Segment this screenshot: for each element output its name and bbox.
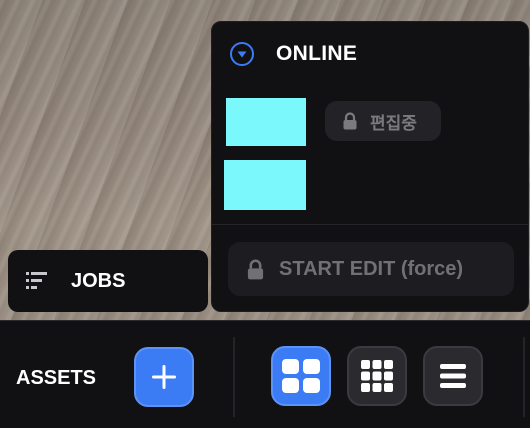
online-panel: ONLINE 편집중 START EDIT (force)	[211, 21, 529, 312]
user-color-swatch	[226, 98, 306, 146]
toolbar-separator	[233, 337, 235, 417]
lock-icon	[247, 259, 264, 279]
lock-icon	[343, 112, 357, 130]
assets-label: ASSETS	[16, 367, 97, 389]
large-grid-view-button[interactable]	[271, 346, 331, 406]
list-view-button[interactable]	[423, 346, 483, 406]
chevron-down-circle-icon[interactable]	[229, 41, 255, 67]
list-icon	[440, 364, 466, 388]
editing-status-label: 편집중	[370, 113, 417, 133]
start-edit-label: START EDIT (force)	[279, 257, 464, 280]
jobs-label: JOBS	[71, 269, 126, 292]
jobs-button[interactable]: JOBS	[8, 250, 208, 312]
small-grid-view-button[interactable]	[347, 346, 407, 406]
divider	[212, 224, 528, 225]
large-grid-icon	[282, 359, 320, 393]
start-edit-force-button[interactable]: START EDIT (force)	[228, 242, 514, 296]
online-title: ONLINE	[276, 42, 358, 65]
plus-icon	[152, 365, 176, 389]
assets-toolbar: ASSETS	[0, 320, 530, 428]
online-header[interactable]: ONLINE	[229, 40, 357, 68]
editing-status-badge: 편집중	[325, 101, 441, 141]
user-color-swatch	[224, 160, 306, 210]
task-list-icon	[26, 272, 47, 289]
toolbar-separator	[523, 337, 525, 417]
small-grid-icon	[361, 360, 393, 392]
add-asset-button[interactable]	[134, 347, 194, 407]
